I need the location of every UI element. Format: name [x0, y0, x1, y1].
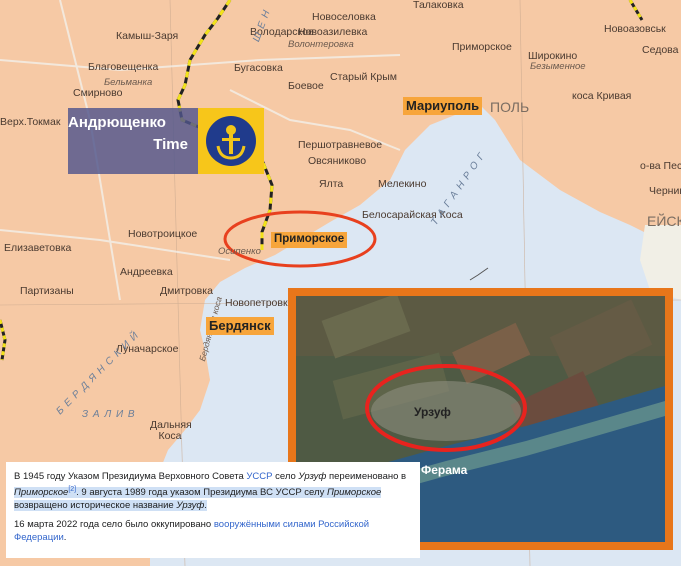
label-andrevka: Андреевка [120, 266, 173, 278]
label-dalnyaya-kosa: Дальняя Коса [150, 419, 192, 442]
label-bezymennoe: Безыменное [530, 61, 586, 72]
label-boevoe: Боевое [288, 80, 324, 92]
label-novoazovsk: Новоазовськ [604, 23, 666, 35]
inset-label-urzuf: Урзуф [414, 405, 451, 419]
label-shirokino: Широкино [528, 50, 578, 62]
label-pol: ПОЛЬ [490, 99, 530, 115]
label-novovasilevka: Новоазилевка [298, 26, 368, 38]
wiki-link-ussr[interactable]: УССР [246, 471, 272, 482]
city-tag-primorskoe: Приморское [271, 232, 348, 248]
label-blagoveshchenka: Благовещенка [88, 61, 159, 73]
wiki-paragraph-1: В 1945 году Указом Президиума Верховного… [14, 471, 407, 512]
label-novopetrovka: Новопетровка [225, 297, 294, 309]
anchor-icon [206, 116, 256, 166]
label-volonterovka: Волонтеровка [288, 39, 354, 50]
wiki-paragraph-2: 16 марта 2022 года село было оккупирован… [14, 519, 370, 543]
city-tag-berdyansk: Бердянск [206, 317, 274, 335]
label-sedova: Седова [642, 44, 679, 56]
logo-line2: Time [153, 136, 188, 153]
label-talakovka: Талаковка [413, 0, 464, 11]
label-dmitrovka: Дмитровка [160, 285, 213, 297]
label-primorskoe-north: Приморское [452, 41, 512, 53]
label-bugasovka: Бугасовка [234, 62, 283, 74]
channel-logo: Андрющенко Time [68, 108, 264, 174]
label-pershotravnevoe: Першотравневое [298, 139, 383, 151]
label-belmanka: Бельманка [104, 77, 153, 88]
logo-line1: Андрющенко [68, 114, 166, 131]
logo-text-panel: Андрющенко Time [68, 108, 198, 174]
inset-label-bottom: Ферама [421, 463, 468, 477]
label-yalta: Ялта [319, 178, 344, 190]
label-kamysh-zarya: Камыш-Заря [116, 30, 179, 42]
label-novotroitskoe: Новотроицкое [128, 228, 198, 240]
label-melekino: Мелекино [378, 178, 427, 190]
label-elizavetovka: Елизаветовка [4, 242, 72, 254]
label-staryi-krym: Старый Крым [330, 71, 398, 83]
label-osipenko: Осипенко [218, 246, 261, 257]
label-kosa-krivaya: коса Кривая [572, 90, 632, 102]
label-o-va-peschanye: о-ва Песчаные [640, 160, 681, 172]
label-partizany: Партизаны [20, 285, 74, 297]
wiki-excerpt: В 1945 году Указом Президиума Верховного… [6, 462, 420, 558]
label-smirnovo: Смирново [73, 87, 123, 99]
label-verh-tokmak: Верх.Токмак [0, 116, 61, 128]
city-tag-mariupol: Мариуполь [403, 97, 483, 115]
label-chernigovka: Чернигова [649, 185, 681, 197]
label-novoselovka: Новоселовка [312, 11, 376, 23]
label-zaliv: З А Л И В [82, 409, 136, 420]
label-ovsyanikovo: Овсяниково [308, 155, 367, 167]
wiki-ref-2[interactable]: [2] [68, 486, 76, 493]
logo-emblem [198, 108, 264, 174]
label-yeisk: ЕЙСК [647, 213, 681, 229]
